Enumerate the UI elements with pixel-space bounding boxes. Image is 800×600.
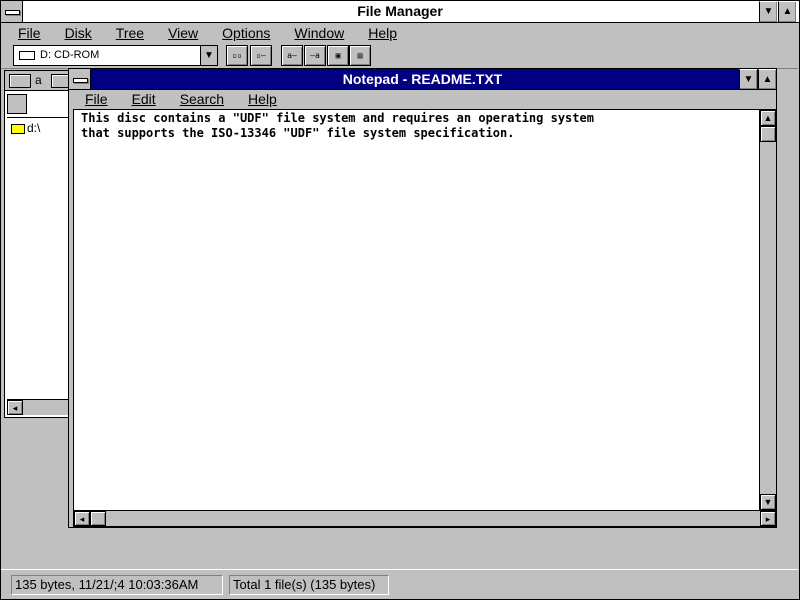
notepad-text[interactable]: This disc contains a "UDF" file system a…: [74, 110, 776, 141]
scroll-right-icon[interactable]: ▸: [760, 511, 776, 526]
maximize-icon[interactable]: ▲: [778, 1, 796, 22]
notepad-titlebar[interactable]: Notepad - README.TXT ▼ ▲: [69, 69, 776, 90]
tree-hscrollbar[interactable]: ◂: [7, 399, 71, 415]
menu-window[interactable]: Window: [282, 23, 356, 43]
drive-a-label: a: [35, 73, 42, 87]
status-selection: 135 bytes, 11/21/;4 10:03:36AM: [11, 575, 223, 595]
scroll-up-icon[interactable]: ▲: [760, 110, 776, 126]
tree-pane[interactable]: d:\: [7, 117, 71, 413]
menu-tree[interactable]: Tree: [104, 23, 156, 43]
notepad-menubar: File Edit Search Help: [73, 89, 289, 109]
notepad-text-area[interactable]: This disc contains a "UDF" file system a…: [73, 109, 777, 511]
system-menu-icon[interactable]: [1, 1, 23, 22]
file-manager-menubar: File Disk Tree View Options Window Help: [6, 23, 409, 43]
connect-drive-icon[interactable]: ▫▫: [226, 45, 248, 66]
minimize-icon[interactable]: ▼: [759, 1, 777, 22]
disconnect-drive-icon[interactable]: ▫—: [250, 45, 272, 66]
scroll-down-icon[interactable]: ▼: [760, 494, 776, 510]
notepad-maximize-icon[interactable]: ▲: [758, 69, 776, 89]
menu-file[interactable]: File: [6, 23, 53, 43]
new-window-icon[interactable]: ▣: [327, 45, 349, 66]
hscroll-thumb[interactable]: [90, 511, 106, 526]
drive-dropdown-arrow-icon[interactable]: ▼: [200, 46, 217, 65]
sort-by-name-icon[interactable]: a—: [281, 45, 303, 66]
directory-window[interactable]: a d:\ ◂: [4, 70, 74, 418]
notepad-hscrollbar[interactable]: ◂ ▸: [73, 510, 777, 527]
status-bar: 135 bytes, 11/21/;4 10:03:36AM Total 1 f…: [1, 569, 798, 598]
notepad-menu-search[interactable]: Search: [168, 89, 236, 109]
menu-disk[interactable]: Disk: [53, 23, 104, 43]
menu-options[interactable]: Options: [210, 23, 282, 43]
file-manager-title: File Manager: [357, 3, 443, 19]
toolbar: D: CD-ROM ▼ ▫▫ ▫— a— —a ▣ ▤: [1, 42, 798, 69]
menu-view[interactable]: View: [156, 23, 210, 43]
menu-help[interactable]: Help: [356, 23, 409, 43]
drive-select-value: D: CD-ROM: [40, 49, 100, 61]
vscroll-thumb[interactable]: [760, 126, 776, 142]
notepad-menu-help[interactable]: Help: [236, 89, 289, 109]
notepad-title: Notepad - README.TXT: [342, 71, 503, 87]
cdrom-drive-icon: [19, 51, 35, 60]
sort-by-type-icon[interactable]: —a: [304, 45, 326, 66]
tree-item-label: d:\: [27, 121, 41, 135]
notepad-menu-edit[interactable]: Edit: [120, 89, 168, 109]
directory-system-menu-icon[interactable]: [7, 94, 27, 114]
open-folder-icon: [11, 123, 25, 134]
notepad-vscrollbar[interactable]: ▲ ▼: [759, 110, 776, 510]
drive-select[interactable]: D: CD-ROM ▼: [13, 45, 218, 66]
notepad-menu-file[interactable]: File: [73, 89, 120, 109]
notepad-window[interactable]: Notepad - README.TXT ▼ ▲ File Edit Searc…: [68, 68, 777, 528]
notepad-minimize-icon[interactable]: ▼: [739, 69, 757, 89]
scroll-left-icon[interactable]: ◂: [74, 511, 90, 526]
tree-item-root[interactable]: d:\: [7, 118, 71, 137]
file-manager-titlebar[interactable]: File Manager ▼ ▲: [1, 1, 799, 23]
status-total: Total 1 file(s) (135 bytes): [229, 575, 389, 595]
notepad-system-menu-icon[interactable]: [69, 69, 91, 89]
drive-a-icon[interactable]: [9, 74, 31, 88]
scroll-left-icon[interactable]: ◂: [7, 400, 23, 415]
properties-icon[interactable]: ▤: [349, 45, 371, 66]
drive-bar: a: [5, 71, 73, 91]
